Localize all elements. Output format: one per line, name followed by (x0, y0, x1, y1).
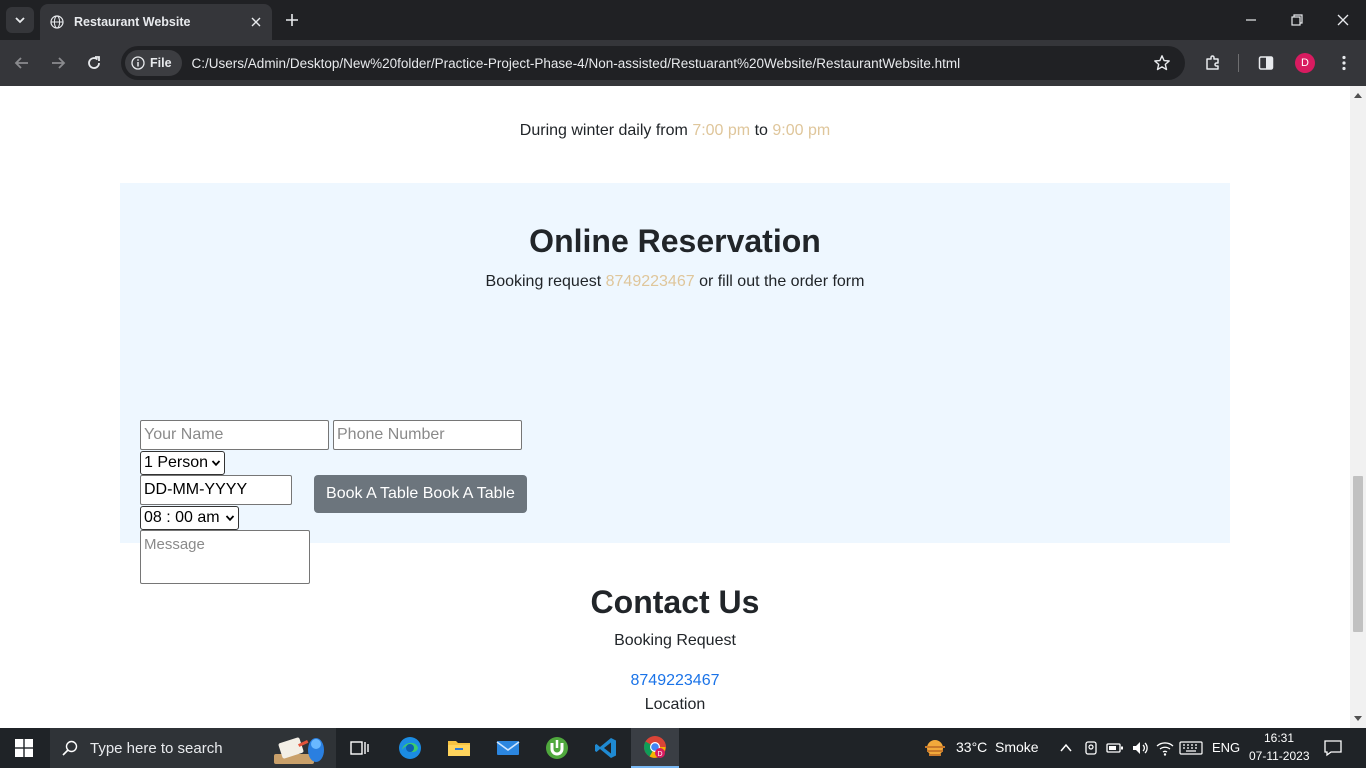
mail-icon (496, 741, 520, 755)
search-icon (62, 740, 78, 756)
volume-icon[interactable] (1131, 740, 1149, 756)
reload-icon (88, 56, 100, 69)
time-select[interactable]: 08 : 00 am (140, 506, 239, 530)
book-table-button[interactable]: Book A Table Book A Table (314, 475, 527, 513)
vscode-icon (595, 738, 616, 758)
language-indicator[interactable]: ENG (1212, 740, 1240, 755)
subtitle-suffix: or fill out the order form (699, 273, 865, 290)
task-view-button[interactable] (336, 728, 384, 768)
chevron-down-icon (225, 515, 235, 522)
keyboard-icon[interactable] (1179, 741, 1203, 755)
profile-avatar[interactable]: D (1295, 53, 1315, 73)
battery-icon[interactable] (1106, 741, 1124, 755)
wifi-icon[interactable] (1156, 740, 1174, 756)
hours-end: 9:00 pm (772, 122, 831, 139)
time-selected-value: 08 : 00 am (144, 509, 220, 526)
clock-time[interactable]: 16:31 (1264, 731, 1294, 745)
taskbar-mail[interactable] (484, 728, 532, 768)
hours-start: 7:00 pm (692, 122, 751, 139)
folder-icon (448, 741, 470, 756)
taskbar-vscode[interactable] (582, 728, 630, 768)
clock-date[interactable]: 07-11-2023 (1249, 749, 1310, 763)
chevron-down-icon (211, 460, 221, 467)
weather-desc[interactable]: Smoke (995, 739, 1039, 755)
subtitle-prefix: Booking request (485, 273, 602, 290)
close-icon (1337, 14, 1349, 26)
plus-icon (286, 14, 298, 26)
address-bar[interactable]: File C:/Users/Admin/Desktop/New%20folder… (121, 46, 1185, 80)
chevron-down-icon (15, 17, 25, 24)
chrome-icon: D (644, 736, 666, 758)
taskbar-file-explorer[interactable] (435, 728, 483, 768)
persons-select[interactable]: 1 Person (140, 451, 225, 475)
reservation-subtitle: Booking request 8749223467 or fill out t… (120, 273, 1230, 291)
tab-search-button[interactable] (6, 7, 34, 33)
chevron-up-icon[interactable] (1059, 742, 1073, 754)
page-scrollbar[interactable] (1350, 86, 1366, 728)
windows-taskbar: Type here to search D 33°C Smoke ENG 16:… (0, 728, 1366, 768)
weather-icon (925, 740, 945, 756)
reservation-phone[interactable]: 8749223467 (606, 273, 695, 290)
reload-button[interactable] (82, 51, 106, 75)
scroll-up-arrow-icon[interactable] (1353, 90, 1363, 100)
browser-tab[interactable]: Restaurant Website (40, 4, 272, 40)
site-chip-label: File (150, 56, 172, 70)
persons-selected-value: 1 Person (144, 454, 209, 471)
forward-button[interactable] (46, 51, 70, 75)
extensions-icon[interactable] (1201, 51, 1225, 75)
tab-title: Restaurant Website (74, 15, 191, 29)
back-button[interactable] (10, 51, 34, 75)
scroll-down-arrow-icon[interactable] (1353, 714, 1363, 724)
info-icon (131, 56, 145, 70)
browser-toolbar: File C:/Users/Admin/Desktop/New%20folder… (0, 40, 1366, 86)
taskbar-edge[interactable] (386, 728, 434, 768)
reservation-section: Online Reservation Booking request 87492… (120, 183, 1230, 584)
phone-input[interactable]: Phone Number (333, 420, 522, 450)
minimize-button[interactable] (1228, 0, 1274, 40)
close-window-button[interactable] (1320, 0, 1366, 40)
contact-location-label: Location (644, 696, 706, 713)
search-highlight-illustration-icon (274, 737, 324, 764)
reservation-title: Online Reservation (529, 223, 821, 259)
site-info-chip[interactable]: File (125, 50, 182, 76)
scrollbar-thumb[interactable] (1353, 476, 1363, 632)
page-viewport: During winter daily from 7:00 pm to 9:00… (0, 86, 1350, 728)
new-tab-button[interactable] (281, 9, 303, 31)
taskbar-search[interactable]: Type here to search (50, 728, 336, 768)
bookmark-star-icon[interactable] (1153, 54, 1171, 72)
restore-icon (1291, 14, 1303, 26)
arrow-right-icon (52, 57, 66, 69)
contact-booking-label: Booking Request (614, 632, 736, 649)
toolbar-separator (1238, 54, 1239, 72)
utorrent-icon (546, 737, 568, 759)
url-text[interactable]: C:/Users/Admin/Desktop/New%20folder/Prac… (192, 56, 961, 71)
task-view-icon (350, 741, 369, 755)
arrow-left-icon (14, 57, 28, 69)
start-button[interactable] (0, 728, 48, 768)
date-input[interactable]: DD-MM-YYYY (140, 475, 292, 505)
weather-temp[interactable]: 33°C (956, 739, 987, 755)
restore-button[interactable] (1274, 0, 1320, 40)
search-placeholder: Type here to search (90, 739, 223, 757)
svg-text:D: D (657, 751, 662, 758)
globe-icon (50, 15, 64, 29)
side-panel-icon[interactable] (1254, 51, 1278, 75)
minimize-icon (1246, 19, 1256, 21)
opening-hours: During winter daily from 7:00 pm to 9:00… (0, 122, 1350, 140)
close-tab-icon[interactable] (246, 12, 266, 32)
message-textarea[interactable]: Message (140, 530, 310, 584)
hours-prefix: During winter daily from (519, 122, 688, 139)
edge-icon (399, 737, 421, 759)
more-menu-icon[interactable] (1332, 51, 1356, 75)
windows-logo-icon (15, 739, 33, 757)
notification-icon[interactable] (1324, 739, 1342, 757)
hours-joiner: to (754, 122, 768, 139)
contact-title: Contact Us (590, 584, 760, 620)
taskbar-utorrent[interactable] (533, 728, 581, 768)
name-input[interactable]: Your Name (140, 420, 329, 450)
browser-titlebar: Restaurant Website (0, 0, 1366, 40)
meet-now-icon[interactable] (1083, 740, 1099, 756)
taskbar-chrome[interactable]: D (631, 728, 679, 768)
contact-phone-link[interactable]: 8749223467 (0, 672, 1350, 690)
